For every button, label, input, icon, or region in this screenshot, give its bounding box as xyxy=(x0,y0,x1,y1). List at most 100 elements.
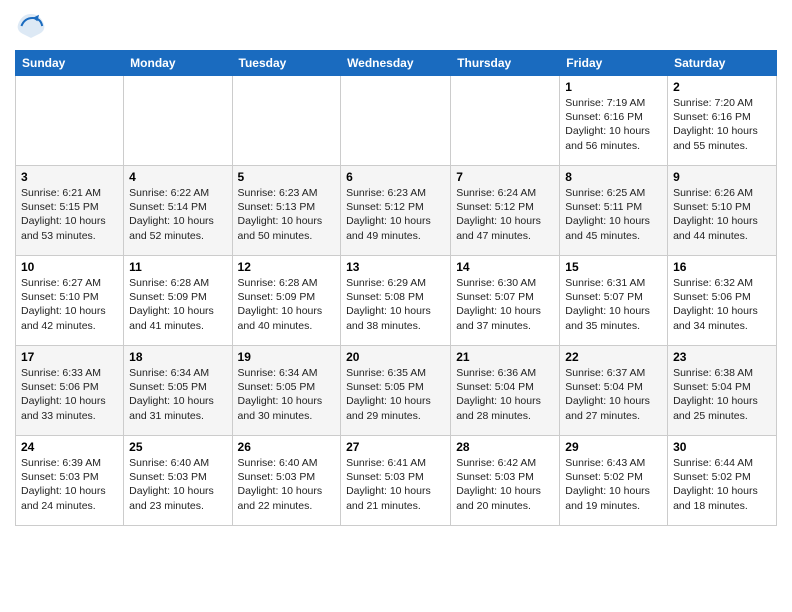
calendar-cell: 15 Sunrise: 6:31 AM Sunset: 5:07 PM Dayli… xyxy=(560,256,668,346)
day-info: Sunrise: 6:36 AM Sunset: 5:04 PM Dayligh… xyxy=(456,366,554,423)
day-number: 10 xyxy=(21,260,118,274)
day-number: 8 xyxy=(565,170,662,184)
calendar-cell: 5Sunrise: 6:23 AM Sunset: 5:13 PM Daylig… xyxy=(232,166,341,256)
day-number: 14 xyxy=(456,260,554,274)
calendar-week-1: 1 Sunrise: 7:19 AM Sunset: 6:16 PM Daylig… xyxy=(16,76,777,166)
day-info: Sunrise: 6:22 AM Sunset: 5:14 PM Dayligh… xyxy=(129,186,226,243)
day-number: 19 xyxy=(238,350,336,364)
calendar-cell: 2 Sunrise: 7:20 AM Sunset: 6:16 PM Daylig… xyxy=(668,76,777,166)
calendar-header-thursday: Thursday xyxy=(451,51,560,76)
header xyxy=(15,10,777,42)
day-info: Sunrise: 6:30 AM Sunset: 5:07 PM Dayligh… xyxy=(456,276,554,333)
day-info: Sunrise: 6:34 AM Sunset: 5:05 PM Dayligh… xyxy=(238,366,336,423)
calendar-cell: 18Sunrise: 6:34 AM Sunset: 5:05 PM Dayli… xyxy=(124,346,232,436)
day-number: 6 xyxy=(346,170,445,184)
calendar-cell: 4 Sunrise: 6:22 AM Sunset: 5:14 PM Daylig… xyxy=(124,166,232,256)
day-number: 29 xyxy=(565,440,662,454)
calendar-header-saturday: Saturday xyxy=(668,51,777,76)
calendar-cell: 30Sunrise: 6:44 AM Sunset: 5:02 PM Dayli… xyxy=(668,436,777,526)
calendar-cell: 16 Sunrise: 6:32 AM Sunset: 5:06 PM Dayli… xyxy=(668,256,777,346)
calendar-cell: 29 Sunrise: 6:43 AM Sunset: 5:02 PM Dayli… xyxy=(560,436,668,526)
day-number: 9 xyxy=(673,170,771,184)
calendar-header-sunday: Sunday xyxy=(16,51,124,76)
day-info: Sunrise: 6:34 AM Sunset: 5:05 PM Dayligh… xyxy=(129,366,226,423)
day-info: Sunrise: 6:42 AM Sunset: 5:03 PM Dayligh… xyxy=(456,456,554,513)
day-number: 4 xyxy=(129,170,226,184)
calendar-cell: 13 Sunrise: 6:29 AM Sunset: 5:08 PM Dayli… xyxy=(341,256,451,346)
calendar-cell: 8 Sunrise: 6:25 AM Sunset: 5:11 PM Daylig… xyxy=(560,166,668,256)
day-number: 7 xyxy=(456,170,554,184)
day-info: Sunrise: 6:32 AM Sunset: 5:06 PM Dayligh… xyxy=(673,276,771,333)
calendar-cell: 19 Sunrise: 6:34 AM Sunset: 5:05 PM Dayli… xyxy=(232,346,341,436)
calendar-cell: 20 Sunrise: 6:35 AM Sunset: 5:05 PM Dayli… xyxy=(341,346,451,436)
day-number: 26 xyxy=(238,440,336,454)
day-number: 21 xyxy=(456,350,554,364)
calendar-cell: 23 Sunrise: 6:38 AM Sunset: 5:04 PM Dayli… xyxy=(668,346,777,436)
day-info: Sunrise: 6:25 AM Sunset: 5:11 PM Dayligh… xyxy=(565,186,662,243)
calendar-cell: 9 Sunrise: 6:26 AM Sunset: 5:10 PM Daylig… xyxy=(668,166,777,256)
calendar-cell: 28 Sunrise: 6:42 AM Sunset: 5:03 PM Dayli… xyxy=(451,436,560,526)
day-info: Sunrise: 6:26 AM Sunset: 5:10 PM Dayligh… xyxy=(673,186,771,243)
calendar-header-row: SundayMondayTuesdayWednesdayThursdayFrid… xyxy=(16,51,777,76)
day-info: Sunrise: 6:40 AM Sunset: 5:03 PM Dayligh… xyxy=(129,456,226,513)
day-number: 15 xyxy=(565,260,662,274)
day-number: 13 xyxy=(346,260,445,274)
calendar-cell xyxy=(451,76,560,166)
calendar-header-tuesday: Tuesday xyxy=(232,51,341,76)
calendar-week-3: 10 Sunrise: 6:27 AM Sunset: 5:10 PM Dayli… xyxy=(16,256,777,346)
day-info: Sunrise: 6:33 AM Sunset: 5:06 PM Dayligh… xyxy=(21,366,118,423)
calendar-cell: 24Sunrise: 6:39 AM Sunset: 5:03 PM Dayli… xyxy=(16,436,124,526)
calendar-cell: 17 Sunrise: 6:33 AM Sunset: 5:06 PM Dayli… xyxy=(16,346,124,436)
day-info: Sunrise: 6:38 AM Sunset: 5:04 PM Dayligh… xyxy=(673,366,771,423)
calendar-table: SundayMondayTuesdayWednesdayThursdayFrid… xyxy=(15,50,777,526)
day-number: 20 xyxy=(346,350,445,364)
day-info: Sunrise: 6:21 AM Sunset: 5:15 PM Dayligh… xyxy=(21,186,118,243)
day-number: 2 xyxy=(673,80,771,94)
calendar-cell: 10 Sunrise: 6:27 AM Sunset: 5:10 PM Dayli… xyxy=(16,256,124,346)
calendar-cell xyxy=(16,76,124,166)
day-info: Sunrise: 6:31 AM Sunset: 5:07 PM Dayligh… xyxy=(565,276,662,333)
day-info: Sunrise: 6:35 AM Sunset: 5:05 PM Dayligh… xyxy=(346,366,445,423)
calendar-cell: 26 Sunrise: 6:40 AM Sunset: 5:03 PM Dayli… xyxy=(232,436,341,526)
day-number: 11 xyxy=(129,260,226,274)
calendar-cell: 6 Sunrise: 6:23 AM Sunset: 5:12 PM Daylig… xyxy=(341,166,451,256)
day-number: 12 xyxy=(238,260,336,274)
day-number: 3 xyxy=(21,170,118,184)
day-info: Sunrise: 6:23 AM Sunset: 5:13 PM Dayligh… xyxy=(238,186,336,243)
logo-icon xyxy=(15,10,47,42)
day-info: Sunrise: 6:28 AM Sunset: 5:09 PM Dayligh… xyxy=(238,276,336,333)
day-info: Sunrise: 6:23 AM Sunset: 5:12 PM Dayligh… xyxy=(346,186,445,243)
day-info: Sunrise: 6:28 AM Sunset: 5:09 PM Dayligh… xyxy=(129,276,226,333)
calendar-cell: 1 Sunrise: 7:19 AM Sunset: 6:16 PM Daylig… xyxy=(560,76,668,166)
day-info: Sunrise: 6:43 AM Sunset: 5:02 PM Dayligh… xyxy=(565,456,662,513)
calendar-week-5: 24Sunrise: 6:39 AM Sunset: 5:03 PM Dayli… xyxy=(16,436,777,526)
day-number: 25 xyxy=(129,440,226,454)
day-number: 28 xyxy=(456,440,554,454)
page-container: SundayMondayTuesdayWednesdayThursdayFrid… xyxy=(0,0,792,536)
calendar-cell xyxy=(341,76,451,166)
calendar-cell xyxy=(124,76,232,166)
day-info: Sunrise: 6:40 AM Sunset: 5:03 PM Dayligh… xyxy=(238,456,336,513)
calendar-cell: 12 Sunrise: 6:28 AM Sunset: 5:09 PM Dayli… xyxy=(232,256,341,346)
day-info: Sunrise: 6:27 AM Sunset: 5:10 PM Dayligh… xyxy=(21,276,118,333)
calendar-week-4: 17 Sunrise: 6:33 AM Sunset: 5:06 PM Dayli… xyxy=(16,346,777,436)
calendar-cell: 11 Sunrise: 6:28 AM Sunset: 5:09 PM Dayli… xyxy=(124,256,232,346)
calendar-cell: 25 Sunrise: 6:40 AM Sunset: 5:03 PM Dayli… xyxy=(124,436,232,526)
calendar-cell: 14 Sunrise: 6:30 AM Sunset: 5:07 PM Dayli… xyxy=(451,256,560,346)
logo xyxy=(15,10,51,42)
day-number: 17 xyxy=(21,350,118,364)
calendar-cell: 7Sunrise: 6:24 AM Sunset: 5:12 PM Daylig… xyxy=(451,166,560,256)
day-info: Sunrise: 6:29 AM Sunset: 5:08 PM Dayligh… xyxy=(346,276,445,333)
day-info: Sunrise: 6:41 AM Sunset: 5:03 PM Dayligh… xyxy=(346,456,445,513)
day-number: 22 xyxy=(565,350,662,364)
calendar-header-monday: Monday xyxy=(124,51,232,76)
day-number: 23 xyxy=(673,350,771,364)
calendar-cell: 27Sunrise: 6:41 AM Sunset: 5:03 PM Dayli… xyxy=(341,436,451,526)
day-info: Sunrise: 7:19 AM Sunset: 6:16 PM Dayligh… xyxy=(565,96,662,153)
day-number: 24 xyxy=(21,440,118,454)
day-info: Sunrise: 7:20 AM Sunset: 6:16 PM Dayligh… xyxy=(673,96,771,153)
day-number: 1 xyxy=(565,80,662,94)
calendar-header-wednesday: Wednesday xyxy=(341,51,451,76)
day-number: 16 xyxy=(673,260,771,274)
calendar-cell: 21 Sunrise: 6:36 AM Sunset: 5:04 PM Dayli… xyxy=(451,346,560,436)
